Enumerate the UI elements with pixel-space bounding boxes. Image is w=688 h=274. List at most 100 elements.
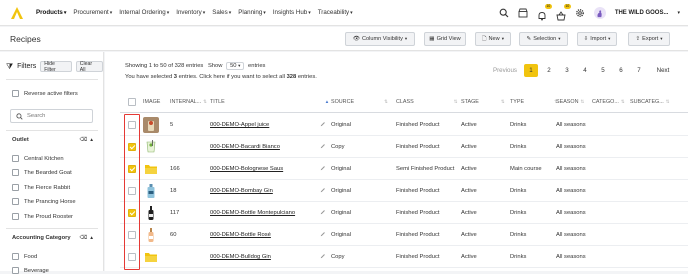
basket-icon[interactable]: 10 [556, 4, 571, 21]
wine-bottle-icon[interactable] [143, 205, 159, 221]
rose-bottle-icon[interactable] [143, 227, 159, 243]
col-internal[interactable]: INTERNAL... ⇅ [170, 99, 207, 105]
chevron-up-icon[interactable]: ▴ [90, 235, 93, 241]
outlet-checkbox[interactable] [12, 213, 19, 220]
search-icon[interactable] [499, 8, 509, 18]
edit-pencil-icon[interactable] [320, 187, 326, 195]
juice-icon[interactable] [143, 117, 159, 133]
nav-internal-ordering[interactable]: Internal Ordering▾ [119, 9, 169, 16]
folder-icon[interactable] [143, 161, 159, 177]
export-button[interactable]: ⇪ Export ▾ [628, 32, 670, 46]
nav-insights-hub[interactable]: Insights Hub▾ [273, 9, 311, 16]
select-all-checkbox[interactable] [128, 98, 136, 106]
outlet-checkbox[interactable] [12, 169, 19, 176]
nav-procurement[interactable]: Procurement▾ [73, 9, 112, 16]
reverse-filters-checkbox[interactable] [12, 90, 19, 97]
edit-pencil-icon[interactable] [320, 253, 326, 261]
accounting-option[interactable]: Food [12, 253, 37, 260]
store-icon[interactable] [518, 8, 528, 18]
recipe-title-link[interactable]: 000-DEMO-Appel juice [210, 122, 269, 128]
next-page-button[interactable]: Next [648, 67, 678, 74]
nav-products[interactable]: Products▾ [36, 9, 66, 16]
grid-view-button[interactable]: ▦ Grid View [424, 32, 466, 46]
selection-button[interactable]: ✎ Selection ▾ [519, 32, 568, 46]
col-subcategory[interactable]: SUBCATEG... ⇅ [630, 99, 670, 105]
edit-pencil-icon[interactable] [320, 209, 326, 217]
cocktail-icon[interactable] [143, 139, 159, 155]
nav-planning[interactable]: Planning▾ [238, 9, 266, 16]
recipe-title-link[interactable]: 000-DEMO-Bottle Montepulciano [210, 210, 295, 216]
outlet-option[interactable]: The Fierce Rabbit [12, 184, 70, 191]
col-stage[interactable]: STAGE ⇅ [461, 99, 505, 105]
recipe-title-link[interactable]: 000-DEMO-Bacardi Bianco [210, 144, 280, 150]
import-button[interactable]: ⇩ Import ▾ [577, 32, 617, 46]
clear-all-button[interactable]: Clear All [75, 61, 103, 73]
table-row[interactable]: 000-DEMO-Bulldog Gin Copy Finished Product… [120, 246, 688, 268]
edit-pencil-icon[interactable] [320, 121, 326, 129]
nav-sales[interactable]: Sales▾ [212, 9, 231, 16]
chevron-down-icon[interactable]: ▾ [677, 10, 680, 16]
table-row[interactable]: 000-DEMO-Bacardi Bianco Copy Finished Prod… [120, 136, 688, 158]
cell-class: Finished Product [396, 144, 440, 150]
eraser-icon[interactable]: ⌫ [79, 235, 87, 241]
outlet-checkbox[interactable] [12, 155, 19, 162]
eraser-icon[interactable]: ⌫ [79, 137, 87, 143]
page-size-select[interactable]: 50 ▾ [226, 62, 245, 70]
outlet-option[interactable]: Central Kitchen [12, 155, 64, 162]
bell-icon[interactable]: 10 [537, 4, 552, 21]
nav-inventory[interactable]: Inventory▾ [176, 9, 205, 16]
gear-icon[interactable] [575, 8, 585, 18]
recipe-title-link[interactable]: 000-DEMO-Bulldog Gin [210, 254, 271, 260]
table-row[interactable]: 60 000-DEMO-Bottle Rosé Original Finished P… [120, 224, 688, 246]
folder-icon[interactable] [143, 249, 159, 265]
chevron-up-icon[interactable]: ▴ [90, 137, 93, 143]
col-title[interactable]: TITLE ▲ [210, 99, 329, 105]
edit-pencil-icon[interactable] [320, 231, 326, 239]
accounting-checkbox[interactable] [12, 253, 19, 260]
col-season[interactable]: SEASON ⇅ [556, 99, 584, 105]
outlet-option[interactable]: The Proud Rooster [12, 213, 73, 220]
recipe-title-link[interactable]: 000-DEMO-Bombay Gin [210, 188, 273, 194]
col-class[interactable]: CLASS ⇅ [396, 99, 457, 105]
col-type[interactable]: TYPE ⇅ [510, 99, 558, 105]
recipe-title-link[interactable]: 000-DEMO-Bottle Rosé [210, 232, 271, 238]
table-row[interactable]: 5 000-DEMO-Appel juice Original Finished Pr… [120, 114, 688, 136]
page-button[interactable]: 3 [558, 67, 576, 74]
outlet-option[interactable]: The Prancing Horse [12, 198, 76, 205]
table-row[interactable]: 166 000-DEMO-Bolognese Saus Original Semi F… [120, 158, 688, 180]
page-button[interactable]: 6 [612, 67, 630, 74]
filter-search-input[interactable]: Search [10, 109, 93, 123]
col-source[interactable]: SOURCE ⇅ [331, 99, 388, 105]
edit-pencil-icon[interactable] [320, 143, 326, 151]
bell-badge: 10 [544, 4, 552, 9]
page-button-current[interactable]: 1 [524, 64, 538, 77]
table-row[interactable]: 18 000-DEMO-Bombay Gin Original Finished Pr… [120, 180, 688, 202]
company-avatar[interactable] [593, 7, 606, 19]
outlet-checkbox[interactable] [12, 198, 19, 205]
page-button[interactable]: 7 [630, 67, 648, 74]
column-visibility-button[interactable]: 👁 Column Visibility ▾ [345, 32, 415, 46]
divider [6, 228, 98, 229]
prev-page-button[interactable]: Previous [488, 67, 522, 74]
col-category[interactable]: CATEGO... ⇅ [592, 99, 625, 105]
outlet-checkbox[interactable] [12, 184, 19, 191]
table-row[interactable]: 117 000-DEMO-Bottle Montepulciano Original… [120, 202, 688, 224]
cell-season: All seasons [556, 254, 586, 260]
new-button[interactable]: 🗋 New ▾ [475, 32, 511, 46]
page-button[interactable]: 2 [540, 67, 558, 74]
hide-filter-button[interactable]: Hide Filter [40, 61, 72, 73]
nav-traceability[interactable]: Traceability▾ [318, 9, 353, 16]
recipe-title-link[interactable]: 000-DEMO-Bolognese Saus [210, 166, 283, 172]
cell-type: Drinks [510, 188, 527, 194]
reverse-filters-option[interactable]: Reverse active filters [12, 90, 78, 97]
gin-bottle-icon[interactable] [143, 183, 159, 199]
selection-highlight-box [124, 114, 140, 270]
page-button[interactable]: 4 [576, 67, 594, 74]
document-icon: 🗋 [482, 36, 487, 42]
edit-pencil-icon[interactable] [320, 165, 326, 173]
company-name[interactable]: THE WILD GOOS... [615, 10, 669, 16]
app-logo[interactable] [10, 6, 24, 20]
outlet-option[interactable]: The Bearded Goat [12, 169, 72, 176]
page-button[interactable]: 5 [594, 67, 612, 74]
selection-info[interactable]: You have selected 3 entries. Click here … [125, 74, 317, 80]
